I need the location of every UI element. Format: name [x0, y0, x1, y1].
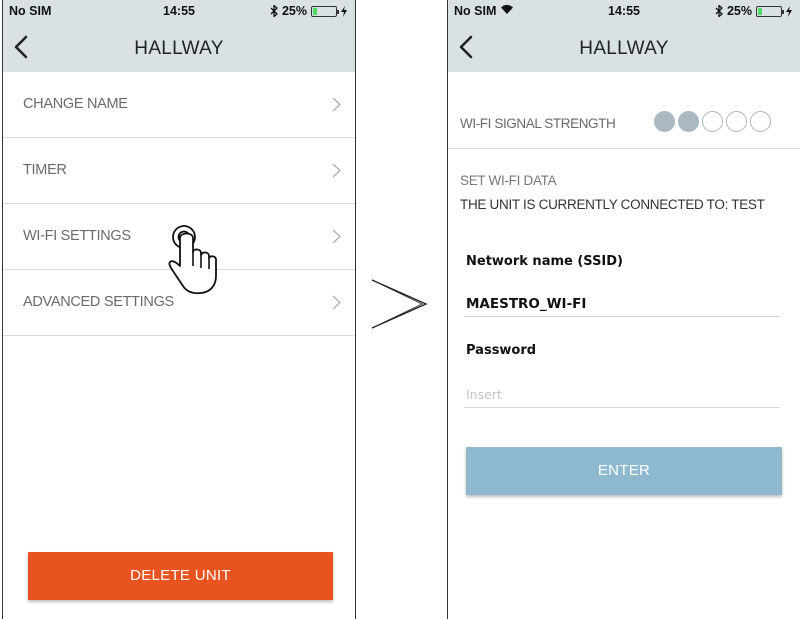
- battery-percent: 25%: [281, 4, 307, 18]
- phone-screen-wifi-settings: No SIM 14:55 25% HALLWAY WI-FI SIGNAL ST…: [447, 0, 800, 619]
- status-bar: No SIM 14:55 25%: [3, 0, 355, 22]
- menu-item-label: ADVANCED SETTINGS: [23, 294, 174, 310]
- status-right: 25%: [715, 4, 792, 18]
- wifi-signal-row: WI-FI SIGNAL STRENGTH: [448, 97, 800, 149]
- battery-percent: 25%: [726, 4, 752, 18]
- signal-dot-filled: [654, 111, 675, 132]
- password-input[interactable]: [464, 382, 780, 408]
- menu-item-label: CHANGE NAME: [23, 96, 128, 112]
- battery-fill: [313, 7, 317, 15]
- chevron-right-icon: [332, 97, 341, 112]
- wifi-signal-indicator: [654, 111, 771, 132]
- wifi-signal-label: WI-FI SIGNAL STRENGTH: [460, 116, 616, 131]
- hand-pointer-icon: [168, 225, 217, 295]
- battery-icon: [311, 5, 339, 17]
- bluetooth-icon: [270, 5, 278, 17]
- chevron-right-arrow-icon: [371, 279, 428, 329]
- section-title: SET WI-FI DATA: [460, 173, 557, 188]
- nav-bar: HALLWAY: [3, 22, 355, 72]
- signal-dot-filled: [678, 111, 699, 132]
- charging-bolt-icon: [786, 5, 792, 17]
- status-bar: No SIM 14:55 25%: [448, 0, 800, 22]
- menu-item-label: WI-FI SETTINGS: [23, 228, 131, 244]
- password-label: Password: [466, 343, 537, 358]
- chevron-right-icon: [332, 229, 341, 244]
- signal-dot-empty: [750, 111, 771, 132]
- battery-icon: [756, 5, 784, 17]
- charging-bolt-icon: [341, 5, 347, 17]
- page-title: HALLWAY: [579, 38, 669, 59]
- menu-item-label: TIMER: [23, 162, 67, 178]
- signal-dot-empty: [702, 111, 723, 132]
- status-right: 25%: [270, 4, 347, 18]
- phone-screen-unit-menu: No SIM 14:55 25% HALLWAY CHANGE NAME TIM…: [2, 0, 356, 619]
- nav-bar: HALLWAY: [448, 22, 800, 72]
- bluetooth-icon: [715, 5, 723, 17]
- page-title: HALLWAY: [134, 38, 224, 59]
- chevron-right-icon: [332, 163, 341, 178]
- ssid-label: Network name (SSID): [466, 254, 624, 269]
- enter-button[interactable]: ENTER: [466, 447, 782, 495]
- menu-item-change-name[interactable]: CHANGE NAME: [3, 72, 355, 138]
- battery-fill: [758, 7, 762, 15]
- delete-unit-button[interactable]: DELETE UNIT: [28, 552, 333, 600]
- chevron-right-icon: [332, 295, 341, 310]
- connection-status-text: THE UNIT IS CURRENTLY CONNECTED TO: TEST: [460, 197, 765, 212]
- menu-item-timer[interactable]: TIMER: [3, 138, 355, 204]
- signal-dot-empty: [726, 111, 747, 132]
- ssid-input[interactable]: [464, 291, 780, 317]
